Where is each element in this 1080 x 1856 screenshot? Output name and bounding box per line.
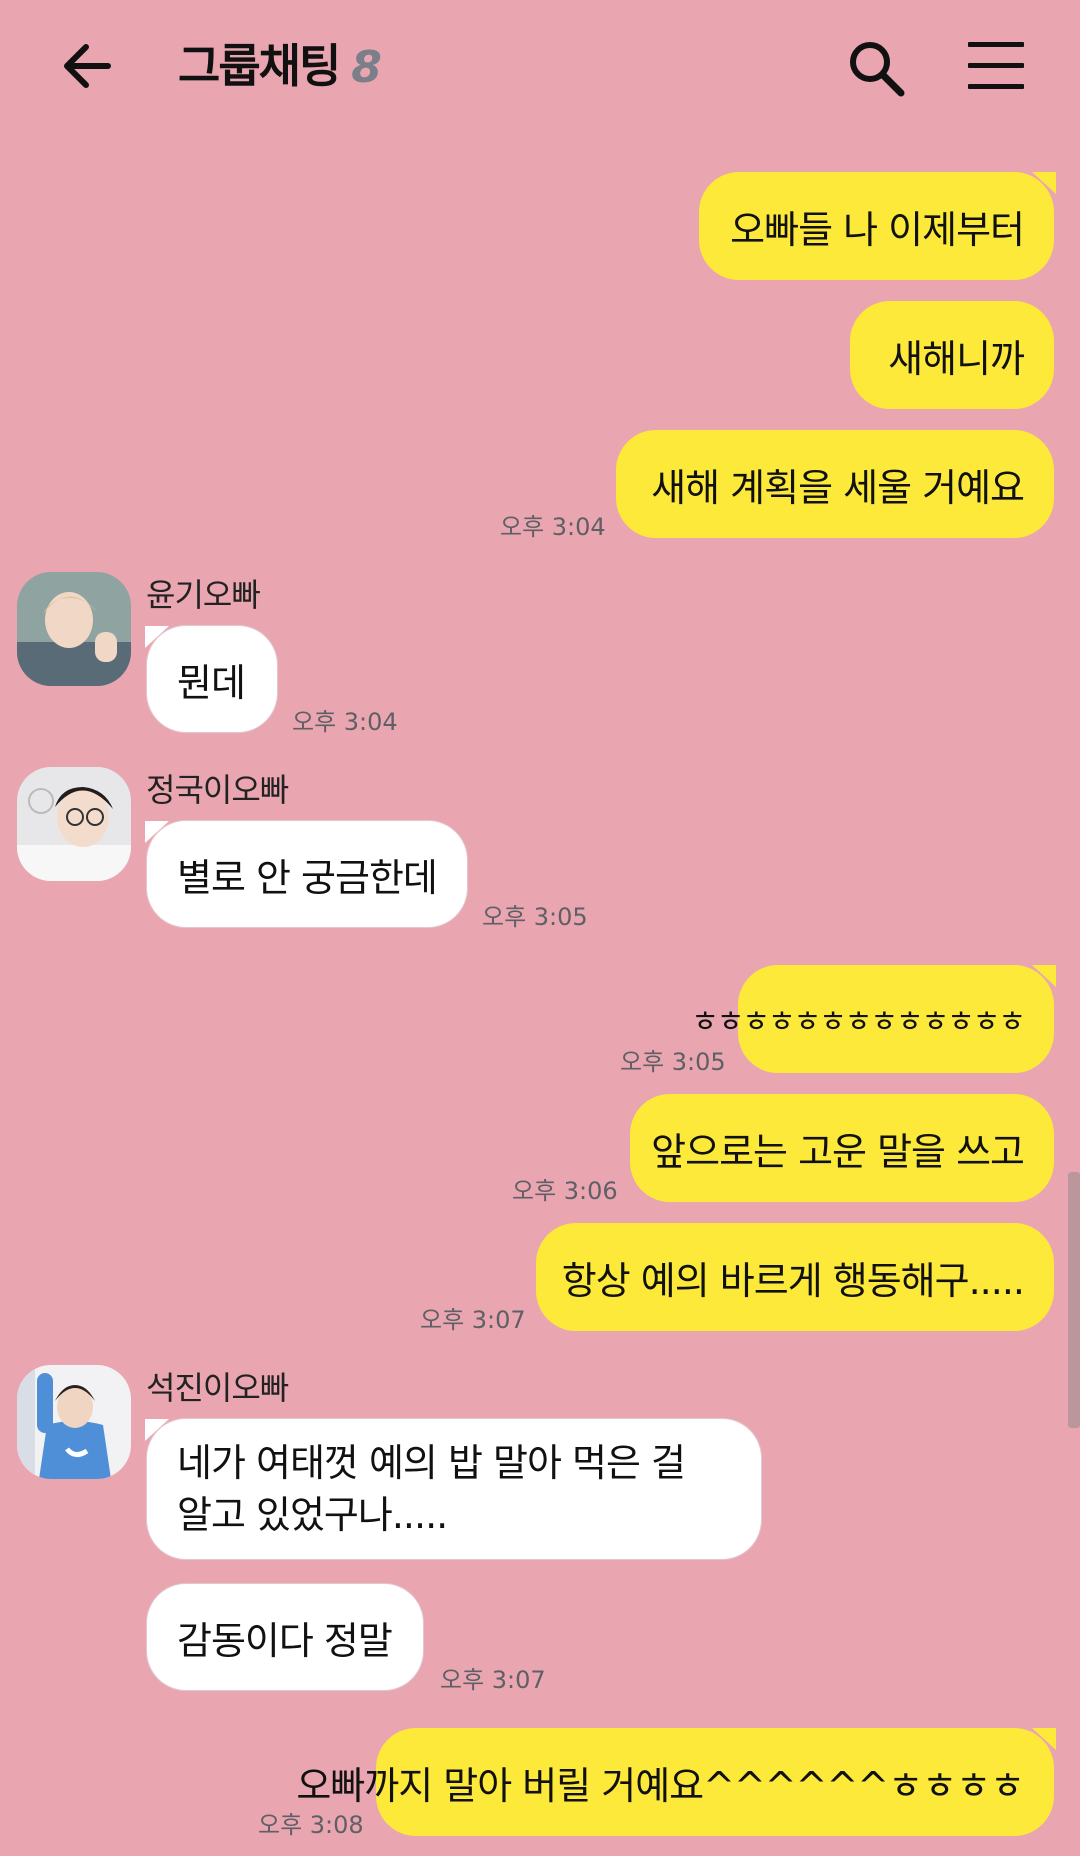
message-time: 오후 3:06 bbox=[512, 1177, 618, 1205]
message-time: 오후 3:05 bbox=[620, 1048, 726, 1076]
message-text: 오빠까지 말아 버릴 거예요^^^^^^ㅎㅎㅎㅎ bbox=[296, 1763, 1025, 1808]
message-text: 뭔데 bbox=[177, 660, 246, 705]
arrow-left-icon bbox=[64, 44, 111, 88]
my-message[interactable]: 항상 예의 바르게 행동해구..... bbox=[536, 1223, 1054, 1331]
sender-name: 석진이오빠 bbox=[146, 1369, 289, 1407]
hamburger-menu-icon bbox=[968, 42, 1024, 47]
sender-name: 정국이오빠 bbox=[146, 771, 289, 809]
message-time: 오후 3:04 bbox=[292, 708, 398, 736]
my-message[interactable]: 오빠까지 말아 버릴 거예요^^^^^^ㅎㅎㅎㅎ bbox=[296, 1728, 1056, 1836]
search-icon bbox=[850, 42, 905, 97]
avatar[interactable] bbox=[17, 1365, 131, 1479]
message-time: 오후 3:07 bbox=[420, 1306, 526, 1334]
message-time: 오후 3:08 bbox=[258, 1811, 364, 1839]
profile-photo-icon bbox=[17, 1365, 131, 1479]
message-text: 별로 안 궁금한데 bbox=[177, 855, 438, 900]
avatar[interactable] bbox=[17, 572, 131, 686]
message-text-line: 알고 있었구나..... bbox=[177, 1493, 448, 1537]
message-time: 오후 3:05 bbox=[482, 903, 588, 931]
other-message[interactable]: 별로 안 궁금한데 bbox=[145, 820, 468, 928]
my-message[interactable]: 앞으로는 고운 말을 쓰고 bbox=[630, 1094, 1054, 1202]
profile-photo-icon bbox=[17, 767, 131, 881]
message-text: 새해니까 bbox=[888, 336, 1025, 381]
my-message[interactable]: ㅎㅎㅎㅎㅎㅎㅎㅎㅎㅎㅎㅎㅎ bbox=[691, 965, 1056, 1073]
message-text: 새해 계획을 세울 거예요 bbox=[651, 465, 1025, 510]
message-text-line: 네가 여태껏 예의 밥 말아 먹은 걸 bbox=[177, 1441, 686, 1485]
message-text: 감동이다 정말 bbox=[177, 1618, 393, 1663]
my-message[interactable]: 새해 계획을 세울 거예요 bbox=[616, 430, 1054, 538]
scrollbar[interactable] bbox=[1068, 1172, 1080, 1428]
back-button[interactable] bbox=[58, 36, 118, 96]
other-message[interactable]: 네가 여태껏 예의 밥 말아 먹은 걸 알고 있었구나..... bbox=[145, 1418, 762, 1560]
message-time: 오후 3:04 bbox=[500, 513, 606, 541]
other-message[interactable]: 감동이다 정말 bbox=[146, 1583, 424, 1691]
chat-title: 그룹채팅 8 bbox=[178, 30, 382, 96]
message-text: 항상 예의 바르게 행동해구..... bbox=[561, 1258, 1025, 1303]
search-button[interactable] bbox=[846, 38, 906, 98]
message-time: 오후 3:07 bbox=[440, 1666, 546, 1694]
message-text: ㅎㅎㅎㅎㅎㅎㅎㅎㅎㅎㅎㅎㅎ bbox=[691, 1005, 1026, 1040]
other-message[interactable]: 뭔데 bbox=[145, 625, 278, 733]
room-name: 그룹채팅 bbox=[178, 39, 341, 93]
chat-header: 그룹채팅 8 bbox=[0, 0, 1080, 135]
profile-photo-icon bbox=[17, 572, 131, 686]
sender-name: 윤기오빠 bbox=[146, 576, 261, 614]
my-message[interactable]: 오빠들 나 이제부터 bbox=[699, 172, 1056, 280]
message-text: 앞으로는 고운 말을 쓰고 bbox=[651, 1129, 1025, 1174]
avatar[interactable] bbox=[17, 767, 131, 881]
member-count: 8 bbox=[351, 42, 382, 93]
my-message[interactable]: 새해니까 bbox=[850, 301, 1054, 409]
menu-button[interactable] bbox=[968, 42, 1024, 92]
message-text: 오빠들 나 이제부터 bbox=[730, 207, 1025, 252]
